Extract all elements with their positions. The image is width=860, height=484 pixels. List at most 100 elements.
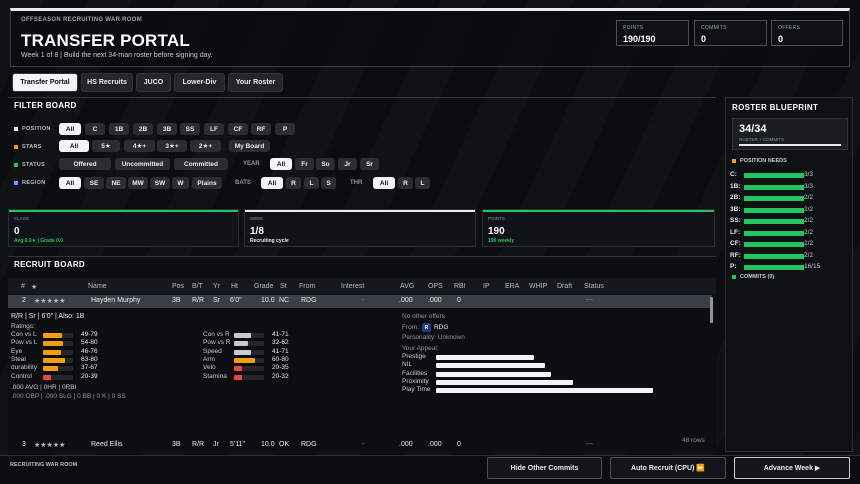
column-bt[interactable]: B/T [192, 283, 203, 290]
points-kpi-label: POINTS [488, 216, 505, 221]
bats-option-s[interactable]: S [321, 177, 336, 189]
column-stars[interactable]: ★ [31, 283, 37, 291]
position-needs-header: POSITION NEEDS [732, 158, 787, 164]
bats-option-r[interactable]: R [286, 177, 301, 189]
position-option-2b[interactable]: 2B [133, 123, 153, 135]
thr-option-r[interactable]: R [398, 177, 413, 189]
tab-your-roster[interactable]: Your Roster [228, 73, 283, 92]
position-need-value: 2/2 [804, 217, 814, 224]
column-yr[interactable]: Yr [213, 283, 220, 290]
region-option-se[interactable]: SE [84, 177, 104, 189]
row-status: --- [586, 441, 593, 448]
table-scrollbar[interactable] [710, 297, 713, 323]
thr-option-l[interactable]: L [415, 177, 430, 189]
tab-juco[interactable]: JUCO [136, 73, 171, 92]
region-filter-label: REGION [14, 179, 46, 187]
position-need-value: 3/3 [804, 182, 814, 190]
position-option-all[interactable]: All [59, 123, 81, 135]
roster-count-card: 34/34 ROSTER + COMMITS [732, 118, 848, 150]
position-option-p[interactable]: P [275, 123, 295, 135]
position-option-rf[interactable]: RF [251, 123, 271, 135]
year-option-fr[interactable]: Fr [295, 158, 314, 170]
position-option-1b[interactable]: 1B [109, 123, 129, 135]
year-option-so[interactable]: So [316, 158, 335, 170]
auto-recruit-button[interactable]: Auto Recruit (CPU) ⏩ [610, 457, 726, 479]
stars-option-my-board[interactable]: My Board [229, 140, 270, 152]
stars-marker-icon [14, 145, 18, 149]
column-draft[interactable]: Draft [557, 283, 572, 290]
column-num[interactable]: # [21, 283, 25, 290]
footer-label: RECRUITING WAR ROOM [10, 462, 78, 468]
tab-transfer-portal[interactable]: Transfer Portal [12, 73, 78, 92]
position-option-3b[interactable]: 3B [157, 123, 177, 135]
stars-option-all[interactable]: All [59, 140, 89, 152]
roster-blueprint-title: ROSTER BLUEPRINT [732, 103, 819, 112]
column-status[interactable]: Status [584, 283, 604, 290]
column-interest[interactable]: Interest [341, 283, 364, 290]
position-need-row: C: 3/3 [730, 171, 850, 180]
row-ht: 6'0" [230, 297, 242, 304]
status-option-committed[interactable]: Committed [174, 158, 228, 170]
column-st[interactable]: St [280, 283, 287, 290]
appeal-bar [436, 371, 551, 377]
stat-line-1: .000 AVG | 0HR | 0RBI [11, 384, 77, 391]
row-avg: .000 [399, 297, 413, 304]
position-option-cf[interactable]: CF [228, 123, 248, 135]
year-option-all[interactable]: All [270, 158, 292, 170]
bats-option-l[interactable]: L [304, 177, 319, 189]
region-option-ne[interactable]: NE [106, 177, 126, 189]
column-whip[interactable]: WHIP [529, 283, 547, 290]
region-option-plains[interactable]: Plains [192, 177, 222, 189]
region-option-all[interactable]: All [59, 177, 81, 189]
column-avg[interactable]: AVG [400, 283, 414, 290]
column-pos[interactable]: Pos [172, 283, 184, 290]
offers-stat-value: 0 [778, 34, 784, 44]
column-ops[interactable]: OPS [428, 283, 443, 290]
table-row-selected[interactable]: 2 ★★★★★ Hayden Murphy 3B R/R Sr 6'0" 10.… [8, 295, 712, 308]
stars-option-3plus[interactable]: 3★+ [157, 140, 187, 152]
table-row[interactable]: 3 ★★★★★ Reed Ellis 3B R/R Jr 5'11" 10.0 … [8, 439, 712, 451]
position-option-c[interactable]: C [85, 123, 105, 135]
year-option-sr[interactable]: Sr [360, 158, 379, 170]
column-ht[interactable]: Ht [231, 283, 238, 290]
position-need-value: 2/2 [804, 251, 814, 259]
position-need-value: 3/3 [804, 171, 814, 178]
rating-value: 20-32 [272, 372, 289, 380]
offers-stat: OFFERS 0 [771, 20, 843, 46]
appeal-label-item: Facilities [402, 369, 428, 377]
row-rbi: 0 [457, 297, 461, 304]
advance-week-button[interactable]: Advance Week ▶ [734, 457, 850, 479]
rating-label: Steal [11, 355, 26, 363]
column-era[interactable]: ERA [505, 283, 519, 290]
status-option-uncommitted[interactable]: Uncommitted [115, 158, 170, 170]
column-grade[interactable]: Grade [254, 283, 273, 290]
points-stat-label: POINTS [623, 25, 644, 31]
hide-other-commits-button[interactable]: Hide Other Commits [487, 457, 602, 479]
region-option-mw[interactable]: MW [128, 177, 148, 189]
row-from: RDG [301, 441, 317, 448]
column-from[interactable]: From [299, 283, 315, 290]
position-need-meter [744, 230, 804, 236]
tab-hs-recruits[interactable]: HS Recruits [81, 73, 133, 92]
region-option-w[interactable]: W [172, 177, 189, 189]
region-option-sw[interactable]: SW [150, 177, 170, 189]
rating-meter [43, 341, 64, 347]
column-name[interactable]: Name [88, 283, 107, 290]
column-rbi[interactable]: RBI [454, 283, 466, 290]
appeal-bar [436, 388, 653, 394]
status-option-offered[interactable]: Offered [59, 158, 111, 170]
tab-lower-div[interactable]: Lower-Div [174, 73, 225, 92]
stars-option-2plus[interactable]: 2★+ [190, 140, 221, 152]
thr-option-all[interactable]: All [373, 177, 395, 189]
column-ip[interactable]: IP [483, 283, 490, 290]
stars-option-5[interactable]: 5★ [92, 140, 120, 152]
commits-stat-label: COMMITS [701, 25, 727, 31]
stars-option-4plus[interactable]: 4★+ [124, 140, 155, 152]
position-option-lf[interactable]: LF [204, 123, 224, 135]
position-need-track [744, 196, 804, 201]
position-option-ss[interactable]: SS [180, 123, 200, 135]
bats-option-all[interactable]: All [261, 177, 283, 189]
row-rbi: 0 [457, 441, 461, 448]
school-badge-icon: R [421, 323, 431, 332]
year-option-jr[interactable]: Jr [338, 158, 357, 170]
